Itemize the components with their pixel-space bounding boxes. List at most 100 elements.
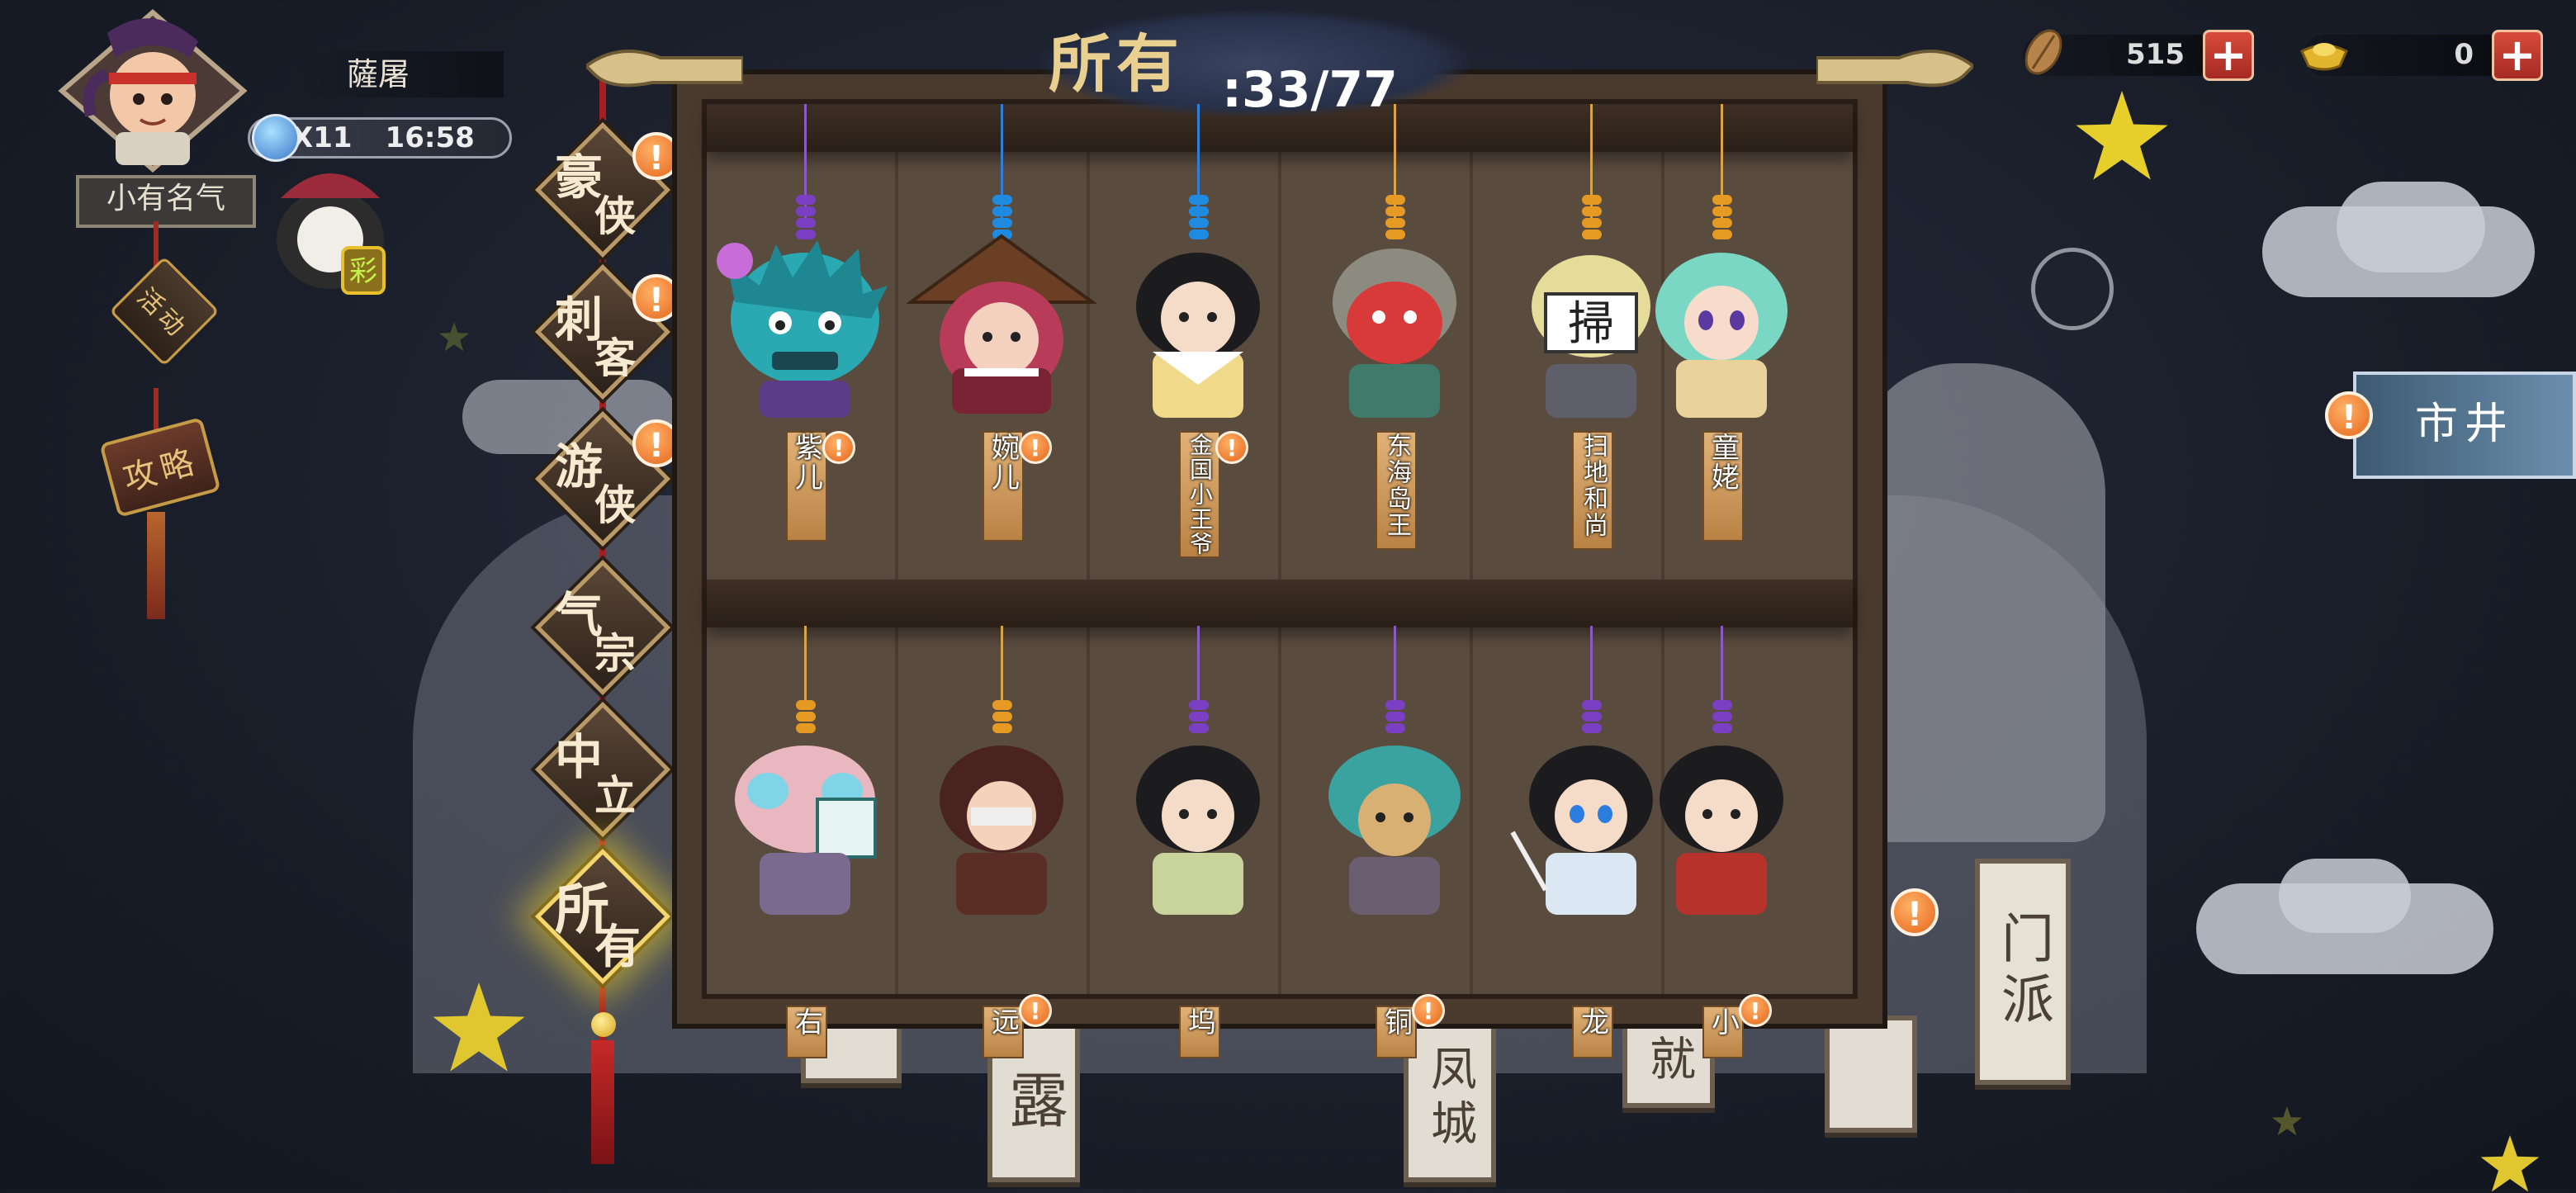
alert-badge: ! [1215, 431, 1248, 464]
guide-charm-button[interactable]: 攻略 [99, 417, 221, 518]
hero-figure [907, 234, 1096, 414]
hero-name: 远 [986, 1007, 1020, 1037]
hero-name: 龙 [1575, 1007, 1609, 1037]
hero-cabinet: 所有 :33/77 紫儿 ! 婉儿 ! 金国小王爷 ! 东海岛王 掃 扫地和尚 [586, 10, 1973, 1058]
hero-figure [1136, 746, 1260, 915]
tab-char: 侠 [594, 192, 636, 240]
hero-figure [735, 746, 877, 915]
hero-nameplate: 龙 [1572, 1006, 1613, 1058]
hero-name: 右 [789, 1007, 823, 1037]
hanging-string [1197, 626, 1200, 708]
background-tablet [1825, 1015, 1917, 1133]
hero-card-yuan[interactable]: 远 ! [907, 626, 1096, 1072]
hero-card-donghai-king[interactable]: 东海岛王 [1300, 104, 1489, 550]
market-banner-button[interactable]: 市井 [2353, 372, 2576, 479]
hero-card-tonglao[interactable]: 童姥 [1627, 104, 1816, 550]
star-icon [2480, 1135, 2540, 1192]
guide-charm-label: 攻略 [99, 417, 221, 518]
hero-name: 东海岛王 [1382, 433, 1411, 538]
hero-nameplate: 远 [983, 1006, 1024, 1058]
tab-zhongli[interactable]: 中立 [534, 701, 671, 838]
hero-card-jinguo-prince[interactable]: 金国小王爷 ! [1103, 104, 1293, 558]
alert-badge: ! [1739, 994, 1772, 1027]
hero-nameplate: 紫儿 [786, 431, 827, 542]
player-name: 薩屠 [297, 51, 504, 97]
hanging-string [1590, 626, 1593, 708]
alert-badge: ! [632, 132, 680, 180]
alert-badge: ! [822, 431, 855, 464]
hanging-string [1001, 626, 1003, 708]
alert-badge: ! [632, 274, 680, 322]
tab-char: 立 [594, 771, 636, 820]
tab-haoxia[interactable]: 豪侠 ! [534, 121, 680, 258]
hero-nameplate: 坞 [1179, 1006, 1220, 1058]
tab-tassel [591, 1040, 614, 1164]
sect-sign-button[interactable]: 门派 [1975, 859, 2071, 1085]
add-ingot-button[interactable]: + [2492, 30, 2543, 81]
ingot-currency: 0 + [2300, 30, 2543, 81]
ingot-currency-value: 0 [2454, 38, 2474, 71]
hero-nameplate: 婉儿 [983, 431, 1024, 542]
background-mountain-right [1858, 363, 2105, 842]
tab-bead [591, 1012, 616, 1037]
hanging-string [804, 626, 807, 708]
hero-card-wu[interactable]: 坞 [1103, 626, 1293, 1072]
cabinet-corner-ornament [586, 50, 743, 88]
svg-text:掃: 掃 [1568, 297, 1614, 351]
star-icon [2271, 1106, 2303, 1136]
tab-all[interactable]: 所有 [534, 848, 671, 985]
hero-name: 小 [1706, 1007, 1740, 1037]
alert-badge: ! [2325, 391, 2373, 439]
hero-name: 金国小王爷 [1186, 433, 1214, 556]
hero-name: 童姥 [1706, 433, 1740, 492]
activity-charm-button[interactable]: 活动 [109, 256, 220, 367]
alert-badge: ! [1412, 994, 1445, 1027]
market-label: 市井 [2414, 400, 2514, 449]
hero-figure [1328, 746, 1461, 915]
cabinet-shelf [707, 580, 1853, 627]
hero-card-ziair[interactable]: 紫儿 ! [710, 104, 900, 550]
hero-name: 婉儿 [986, 433, 1020, 492]
stamina-timer: 16:58 [385, 121, 475, 154]
hero-figure [940, 746, 1063, 915]
hero-nameplate: 右 [786, 1006, 827, 1058]
hero-card-xiao[interactable]: 小 ! [1627, 626, 1816, 1072]
player-avatar[interactable] [58, 8, 248, 173]
tab-cike[interactable]: 刺客 ! [534, 263, 680, 400]
tab-youxia[interactable]: 游侠 ! [534, 410, 680, 547]
background-cloud [2337, 182, 2485, 272]
hero-nameplate: 铜 [1376, 1006, 1417, 1058]
tab-char: 有 [594, 920, 641, 974]
rank-title: 小有名气 [76, 175, 256, 228]
tab-char: 客 [594, 334, 636, 382]
hero-nameplate: 金国小王爷 [1179, 431, 1220, 558]
hanging-tassel [147, 512, 165, 619]
tab-qizong[interactable]: 气宗 [534, 559, 671, 696]
pet-mascot[interactable]: 彩 [264, 149, 396, 305]
hero-card-tong[interactable]: 铜 ! [1300, 626, 1489, 1072]
hero-card-you[interactable]: 右 [710, 626, 900, 1072]
hero-nameplate: 东海岛王 [1376, 431, 1417, 550]
hero-figure [1333, 249, 1456, 418]
hero-figure [1655, 253, 1788, 418]
leaf-currency: 515 + [2023, 29, 2254, 81]
background-tablet-text: 露 [998, 1069, 1068, 1137]
hanging-string [1721, 626, 1723, 708]
leaf-coin-icon [2024, 29, 2062, 75]
hero-figure [1660, 746, 1783, 915]
cabinet-corner-ornament [1816, 50, 1973, 88]
star-icon [2076, 91, 2168, 180]
hero-card-waner[interactable]: 婉儿 ! [907, 104, 1096, 550]
hero-figure [1136, 253, 1260, 418]
star-icon [433, 982, 525, 1072]
hero-name: 扫地和尚 [1579, 433, 1608, 538]
activity-charm-label: 活动 [109, 256, 220, 367]
hero-name: 紫儿 [789, 433, 823, 492]
hero-nameplate: 童姥 [1702, 431, 1744, 542]
add-leaf-button[interactable]: + [2203, 30, 2254, 81]
alert-badge: ! [1891, 888, 1939, 936]
hero-nameplate: 扫地和尚 [1572, 431, 1613, 550]
hero-figure [717, 240, 888, 418]
svg-text:彩: 彩 [349, 255, 377, 288]
leaf-currency-value: 515 [2126, 38, 2185, 71]
